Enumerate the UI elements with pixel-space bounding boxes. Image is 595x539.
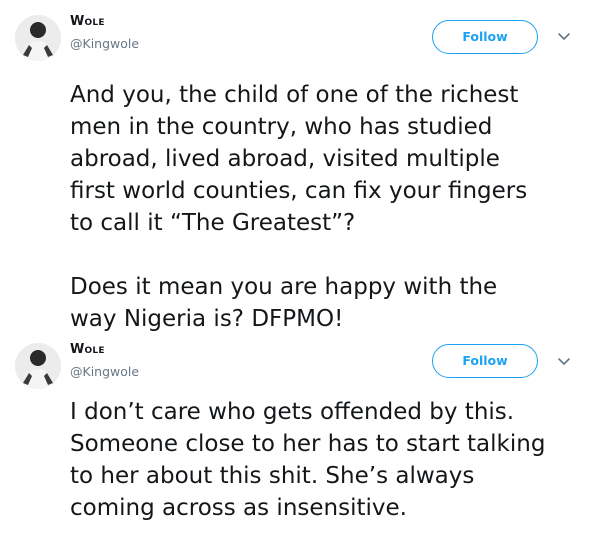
avatar[interactable] [15,15,61,61]
tweet-text: And you, the child of one of the richest… [70,79,580,335]
chevron-down-icon[interactable] [557,32,571,42]
tweet-text: I don’t care who gets offended by this. … [70,396,580,524]
tweet-paragraph: Does it mean you are happy with the way … [70,274,498,332]
avatar-photo [15,343,61,389]
author-name[interactable]: Wole [70,14,105,29]
avatar[interactable] [15,343,61,389]
tweet-paragraph: I don’t care who gets offended by this. … [70,399,546,521]
author-name[interactable]: Wole [70,342,105,357]
tweet-paragraph: And you, the child of one of the richest… [70,82,528,236]
follow-button[interactable]: Follow [432,20,538,54]
chevron-down-icon[interactable] [557,357,571,367]
author-handle[interactable]: @Kingwole [70,364,139,379]
follow-button[interactable]: Follow [432,344,538,378]
author-handle[interactable]: @Kingwole [70,36,139,51]
tweet-card: Wole @Kingwole Follow I don’t care who g… [0,330,595,539]
tweet-card: Wole @Kingwole Follow And you, the child… [0,0,595,332]
avatar-photo [15,15,61,61]
